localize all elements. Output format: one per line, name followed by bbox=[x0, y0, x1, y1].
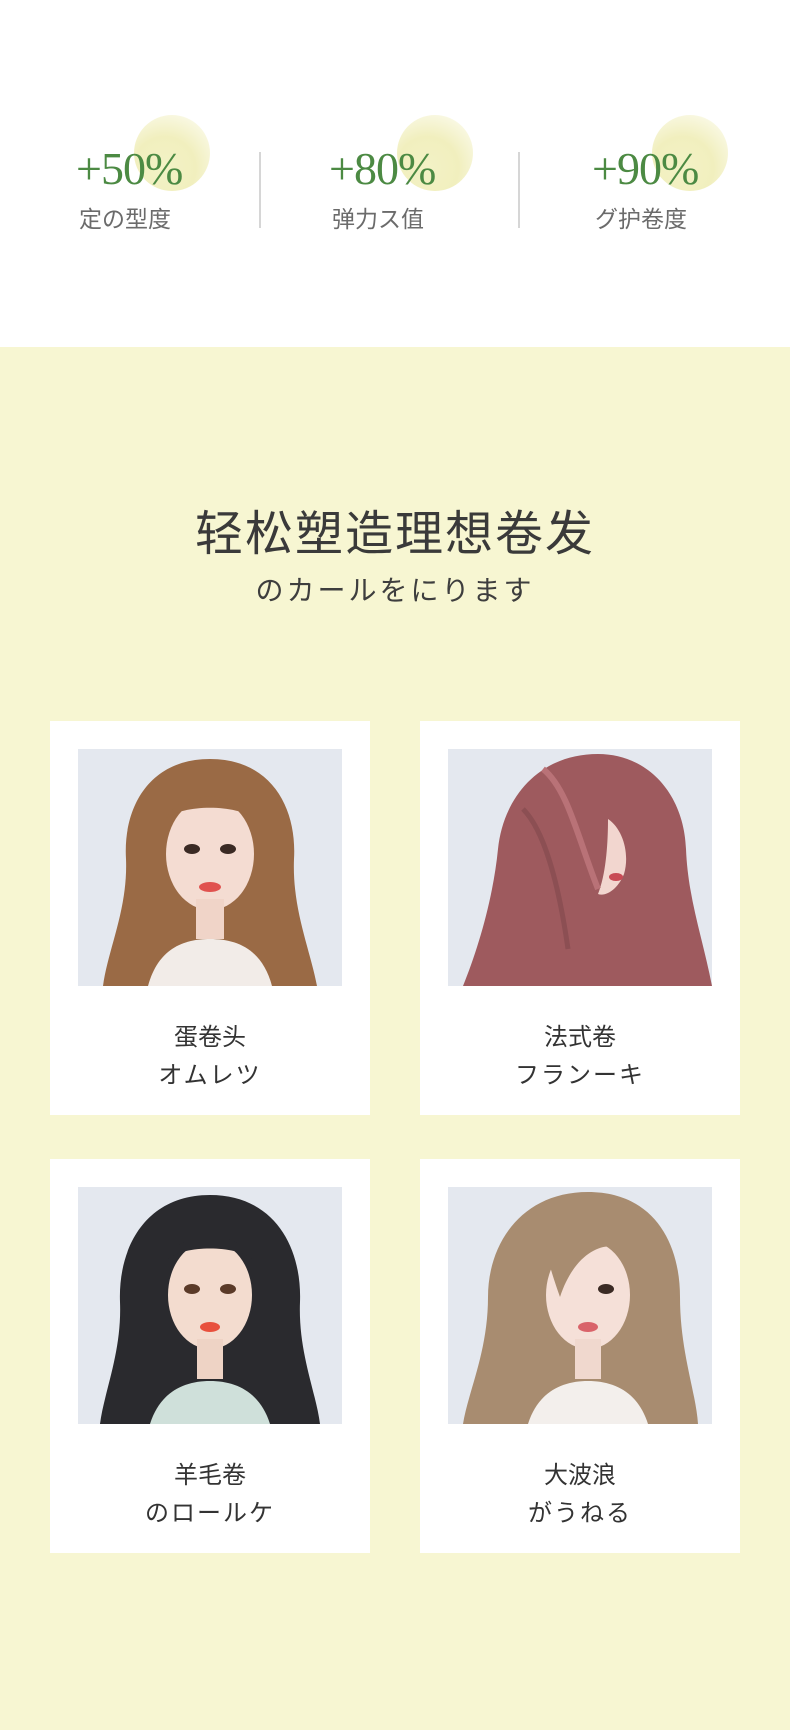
style-name-jp: フランーキ bbox=[515, 1061, 645, 1089]
style-name-jp: のロールケ bbox=[145, 1499, 275, 1527]
divider bbox=[518, 152, 520, 228]
style-card-egg-roll[interactable]: 蛋卷头 オムレツ bbox=[50, 721, 370, 1115]
portrait-illustration bbox=[448, 749, 712, 986]
style-name-jp: がうねる bbox=[528, 1499, 632, 1527]
stat-value: +50% bbox=[76, 143, 183, 194]
stat-elasticity: +80% 弹力ス值 bbox=[329, 110, 479, 233]
portrait-illustration bbox=[78, 749, 342, 986]
stats-band: +50% 定の型度 +80% 弹力ス值 +90% グ护卷度 bbox=[0, 0, 790, 347]
style-name-cn: 法式卷 bbox=[544, 1023, 616, 1051]
stat-label: 弹力ス值 bbox=[332, 207, 424, 233]
style-photo bbox=[78, 749, 342, 986]
stat-firmness: +50% 定の型度 bbox=[76, 110, 226, 233]
stat-curl: +90% グ护卷度 bbox=[592, 110, 742, 233]
section-title: 轻松塑造理想卷发 bbox=[194, 506, 595, 562]
style-card-lamb-curl[interactable]: 羊毛卷 のロールケ bbox=[50, 1159, 370, 1553]
style-card-big-wave[interactable]: 大波浪 がうねる bbox=[420, 1159, 740, 1553]
divider bbox=[259, 152, 261, 228]
stat-label: 定の型度 bbox=[79, 207, 171, 233]
portrait-illustration bbox=[448, 1187, 712, 1424]
style-photo bbox=[78, 1187, 342, 1424]
style-photo bbox=[448, 1187, 712, 1424]
style-name-cn: 羊毛卷 bbox=[174, 1461, 246, 1489]
style-name-jp: オムレツ bbox=[158, 1061, 262, 1089]
style-card-french-curl[interactable]: 法式卷 フランーキ bbox=[420, 721, 740, 1115]
stat-label: グ护卷度 bbox=[595, 207, 687, 233]
curl-styles-section: 轻松塑造理想卷发 のカールをにります 蛋卷头 オムレツ 法式卷 フランーキ 羊毛… bbox=[0, 347, 790, 1730]
style-photo bbox=[448, 749, 712, 986]
style-name-cn: 蛋卷头 bbox=[174, 1023, 246, 1051]
portrait-illustration bbox=[78, 1187, 342, 1424]
section-subtitle: のカールをにります bbox=[255, 574, 535, 607]
style-name-cn: 大波浪 bbox=[544, 1461, 616, 1489]
stat-value: +80% bbox=[329, 143, 436, 194]
stat-value: +90% bbox=[592, 143, 699, 194]
